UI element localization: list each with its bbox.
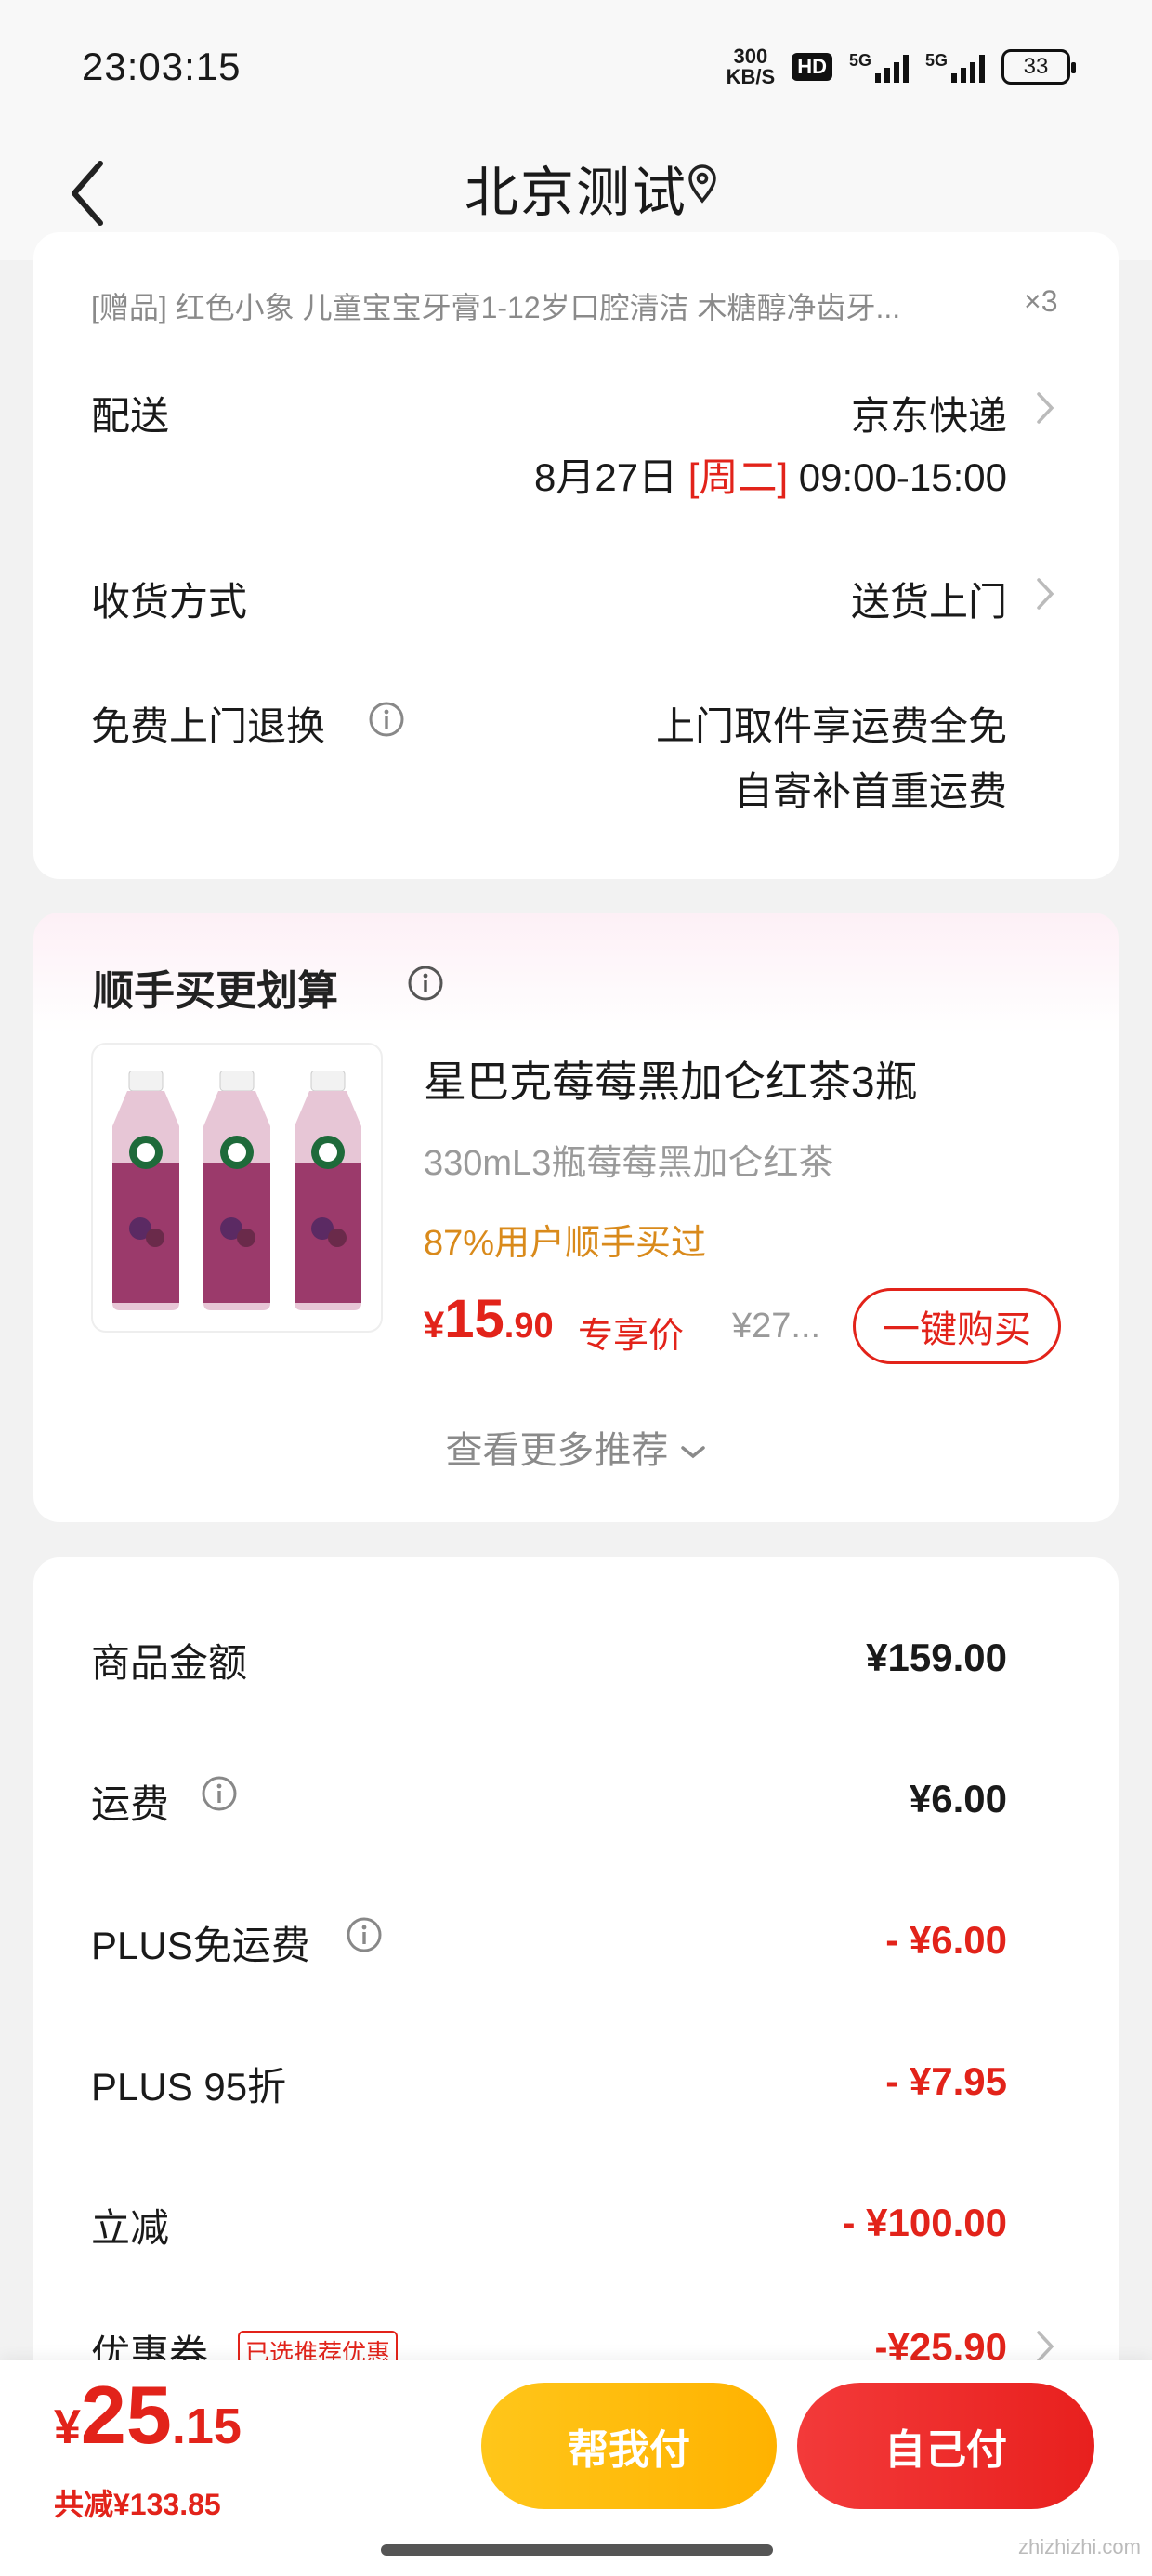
network-speed: 300 KB/S xyxy=(727,46,776,87)
delivery-date: 8月27日 xyxy=(534,455,678,499)
total-integer: 25 xyxy=(80,2369,172,2461)
delivery-weekday: [周二] xyxy=(687,455,789,499)
shipping-value: ¥6.00 xyxy=(909,1777,1007,1820)
network-type-2: 5G xyxy=(924,51,948,70)
chevron-right-icon[interactable] xyxy=(1035,2329,1055,2364)
bottle-icon xyxy=(112,1071,179,1310)
plus-discount-label: PLUS 95折 xyxy=(91,2065,287,2109)
home-indicator[interactable] xyxy=(381,2544,773,2556)
exclusive-price-tag: 专享价 xyxy=(578,1317,685,1356)
chevron-down-icon xyxy=(680,1446,705,1459)
total-price: ¥25.15 xyxy=(54,2368,242,2463)
product-image[interactable] xyxy=(91,1043,383,1333)
info-icon[interactable] xyxy=(346,1916,383,1953)
info-icon[interactable] xyxy=(368,701,405,738)
product-price: ¥15.90 xyxy=(424,1288,554,1350)
info-icon[interactable] xyxy=(407,965,444,1002)
bottle-icon xyxy=(203,1071,270,1310)
page-title: 北京测试 xyxy=(464,163,687,223)
gift-item: [赠品] 红色小象 儿童宝宝牙膏1-12岁口腔清洁 木糖醇净齿牙... xyxy=(91,291,901,324)
speed-value: 300 xyxy=(733,45,768,68)
product-stat: 87%用户顺手买过 xyxy=(424,1224,707,1263)
plus-discount-value: - ¥7.95 xyxy=(885,2059,1007,2103)
product-name[interactable]: 星巴克莓莓黑加仑红茶3瓶 xyxy=(424,1048,918,1110)
plus-free-shipping-label: PLUS免运费 xyxy=(91,1924,310,1967)
price-integer: 15 xyxy=(444,1289,504,1349)
bottle-icon xyxy=(295,1071,361,1310)
delivery-label: 配送 xyxy=(91,394,170,438)
battery-level: 33 xyxy=(1023,54,1049,79)
one-click-buy-button[interactable]: 一键购买 xyxy=(853,1288,1061,1364)
network-type-1: 5G xyxy=(848,51,871,70)
hd-icon: HD xyxy=(792,53,832,81)
total-decimal: .15 xyxy=(171,2399,242,2454)
price-currency: ¥ xyxy=(424,1305,445,1346)
help-me-pay-button[interactable]: 帮我付 xyxy=(481,2383,777,2509)
instant-discount-label: 立减 xyxy=(91,2206,170,2250)
recommend-title: 顺手买更划算 xyxy=(93,968,338,1014)
more-recommend-link[interactable]: 查看更多推荐 xyxy=(0,1420,1152,1474)
receive-method-value[interactable]: 送货上门 xyxy=(851,571,1007,627)
speed-unit: KB/S xyxy=(726,65,776,88)
total-currency: ¥ xyxy=(54,2400,81,2454)
battery-icon: 33 xyxy=(1001,49,1076,85)
delivery-carrier[interactable]: 京东快递 xyxy=(851,385,1007,441)
product-spec: 330mL3瓶莓莓黑加仑红茶 xyxy=(424,1144,834,1183)
subtotal-value: ¥159.00 xyxy=(866,1636,1007,1679)
free-return-line2: 自寄补首重运费 xyxy=(733,769,1007,813)
original-price: ¥27... xyxy=(732,1307,821,1346)
signal-5g-icon: 5G xyxy=(849,51,909,83)
free-return-line1: 上门取件享运费全免 xyxy=(655,704,1007,748)
location-pin-icon[interactable] xyxy=(686,164,719,204)
total-saved: 共减¥133.85 xyxy=(54,2488,221,2521)
shipping-label: 运费 xyxy=(91,1782,170,1826)
chevron-right-icon[interactable] xyxy=(1035,576,1055,611)
delivery-time[interactable]: 8月27日 [周二] 09:00-15:00 xyxy=(534,446,1007,503)
gift-quantity: ×3 xyxy=(1024,284,1058,318)
instant-discount-value: - ¥100.00 xyxy=(842,2201,1007,2244)
plus-free-shipping-value: - ¥6.00 xyxy=(885,1918,1007,1962)
watermark: zhizhizhi.com xyxy=(1017,2535,1141,2558)
free-return-label: 免费上门退换 xyxy=(91,704,326,748)
signal-5g-2-icon: 5G xyxy=(925,51,985,83)
delivery-window: 09:00-15:00 xyxy=(798,455,1007,499)
pay-myself-button[interactable]: 自己付 xyxy=(797,2383,1094,2509)
chevron-right-icon[interactable] xyxy=(1035,390,1055,426)
price-decimal: .90 xyxy=(504,1307,554,1346)
status-icons: 300 KB/S HD 5G 5G 33 xyxy=(727,45,1076,89)
info-icon[interactable] xyxy=(201,1775,238,1812)
receive-method-label: 收货方式 xyxy=(91,580,248,624)
status-time: 23:03:15 xyxy=(82,45,242,88)
more-recommend-label: 查看更多推荐 xyxy=(445,1430,669,1471)
subtotal-label: 商品金额 xyxy=(91,1641,248,1685)
